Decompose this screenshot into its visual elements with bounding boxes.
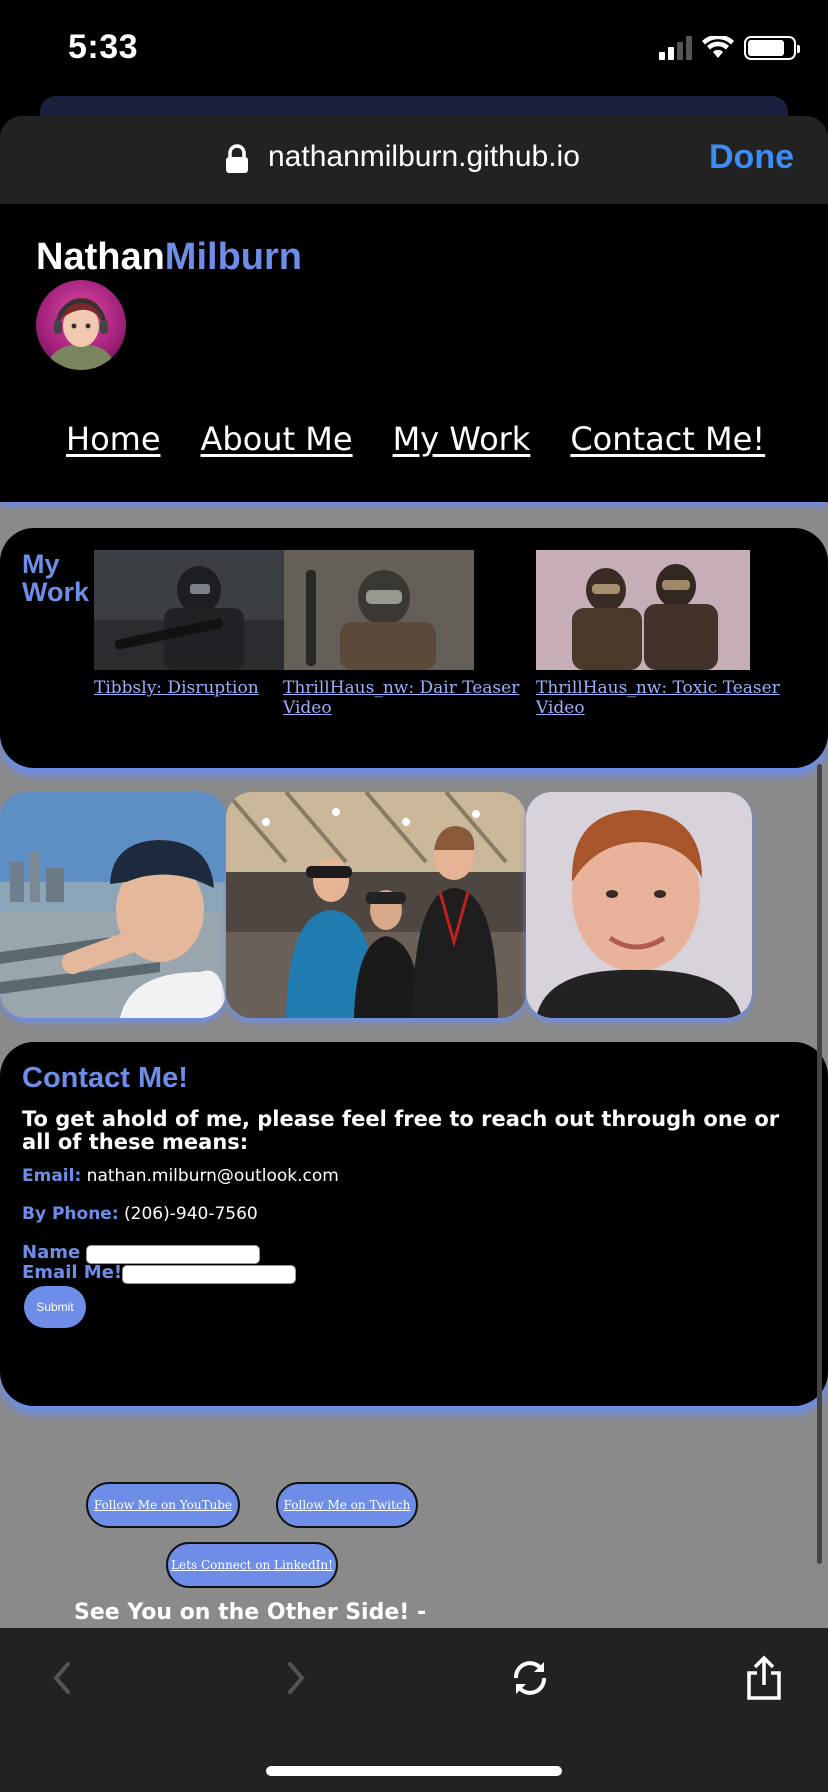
contact-section: Contact Me! To get ahold of me, please f… — [0, 1042, 828, 1406]
main-nav: Home About Me My Work Contact Me! — [66, 420, 765, 458]
nav-about-me[interactable]: About Me — [201, 420, 353, 458]
done-button[interactable]: Done — [709, 138, 794, 177]
nav-home[interactable]: Home — [66, 420, 161, 458]
brand-first-name: Nathan — [36, 236, 165, 278]
reload-icon — [514, 1661, 546, 1695]
battery-icon — [744, 36, 800, 60]
web-page: NathanMilburn Home About Me My Work Cont… — [0, 204, 828, 1628]
submit-button[interactable]: Submit — [24, 1286, 86, 1328]
avatar — [36, 280, 126, 370]
contact-title: Contact Me! — [22, 1062, 188, 1094]
email-value[interactable]: nathan.milburn@outlook.com — [87, 1166, 339, 1186]
url-bar: nathanmilburn.github.io Done — [0, 116, 828, 204]
home-indicator[interactable] — [266, 1766, 562, 1776]
photo-convention-group — [226, 792, 526, 1018]
video-thumbnail[interactable] — [284, 550, 474, 670]
brand-last-name: Milburn — [164, 236, 302, 278]
video-thumbnail[interactable] — [536, 550, 750, 670]
chevron-left-icon — [53, 1662, 70, 1694]
email-me-label: Email Me! — [22, 1262, 123, 1283]
back-button[interactable] — [32, 1648, 92, 1708]
nav-my-work[interactable]: My Work — [393, 420, 531, 458]
email-label: Email: — [22, 1166, 82, 1186]
cellular-signal-icon — [659, 36, 692, 60]
wifi-icon — [702, 36, 734, 58]
status-icons — [659, 36, 800, 60]
video-caption[interactable]: Tibbsly: Disruption — [94, 678, 294, 698]
contact-intro: To get ahold of me, please feel free to … — [22, 1107, 780, 1154]
video-thumbnail[interactable] — [94, 550, 284, 670]
contact-phone-line: By Phone: (206)-940-7560 — [22, 1204, 258, 1224]
photo-gallery — [0, 792, 760, 1018]
linkedin-button[interactable]: Lets Connect on LinkedIn! — [166, 1542, 338, 1588]
twitch-button[interactable]: Follow Me on Twitch — [276, 1482, 418, 1528]
share-button[interactable] — [734, 1648, 794, 1708]
name-label: Name — [22, 1242, 81, 1263]
site-header: NathanMilburn Home About Me My Work Cont… — [0, 204, 828, 502]
url-text[interactable]: nathanmilburn.github.io — [268, 140, 580, 174]
phone-value[interactable]: (206)-940-7560 — [124, 1204, 258, 1224]
contact-email-line: Email: nathan.milburn@outlook.com — [22, 1166, 339, 1186]
share-icon — [747, 1655, 781, 1700]
chevron-right-icon — [288, 1662, 305, 1694]
site-brand: NathanMilburn — [36, 236, 302, 279]
my-work-title: My Work — [22, 549, 90, 607]
video-caption[interactable]: ThrillHaus_nw: Dair Teaser Video — [283, 678, 523, 718]
nav-contact-me[interactable]: Contact Me! — [570, 420, 765, 458]
phone-label: By Phone: — [22, 1204, 119, 1224]
photo-selfie-waterfront — [0, 792, 226, 1018]
status-time: 5:33 — [68, 28, 139, 66]
photo-headshot — [526, 792, 752, 1018]
video-caption[interactable]: ThrillHaus_nw: Toxic Teaser Video — [536, 678, 796, 718]
forward-button[interactable] — [266, 1648, 326, 1708]
footer-text: See You on the Other Side! - — [74, 1600, 427, 1625]
reload-button[interactable] — [500, 1648, 560, 1708]
my-work-section: My Work Tibbsly: Disruption ThrillHaus_n… — [0, 528, 828, 768]
status-bar: 5:33 — [0, 0, 828, 100]
browser-toolbar — [0, 1628, 828, 1792]
email-me-input[interactable] — [122, 1265, 296, 1284]
scrollbar[interactable] — [817, 764, 822, 1564]
youtube-button[interactable]: Follow Me on YouTube — [86, 1482, 240, 1528]
lock-icon — [226, 144, 248, 173]
